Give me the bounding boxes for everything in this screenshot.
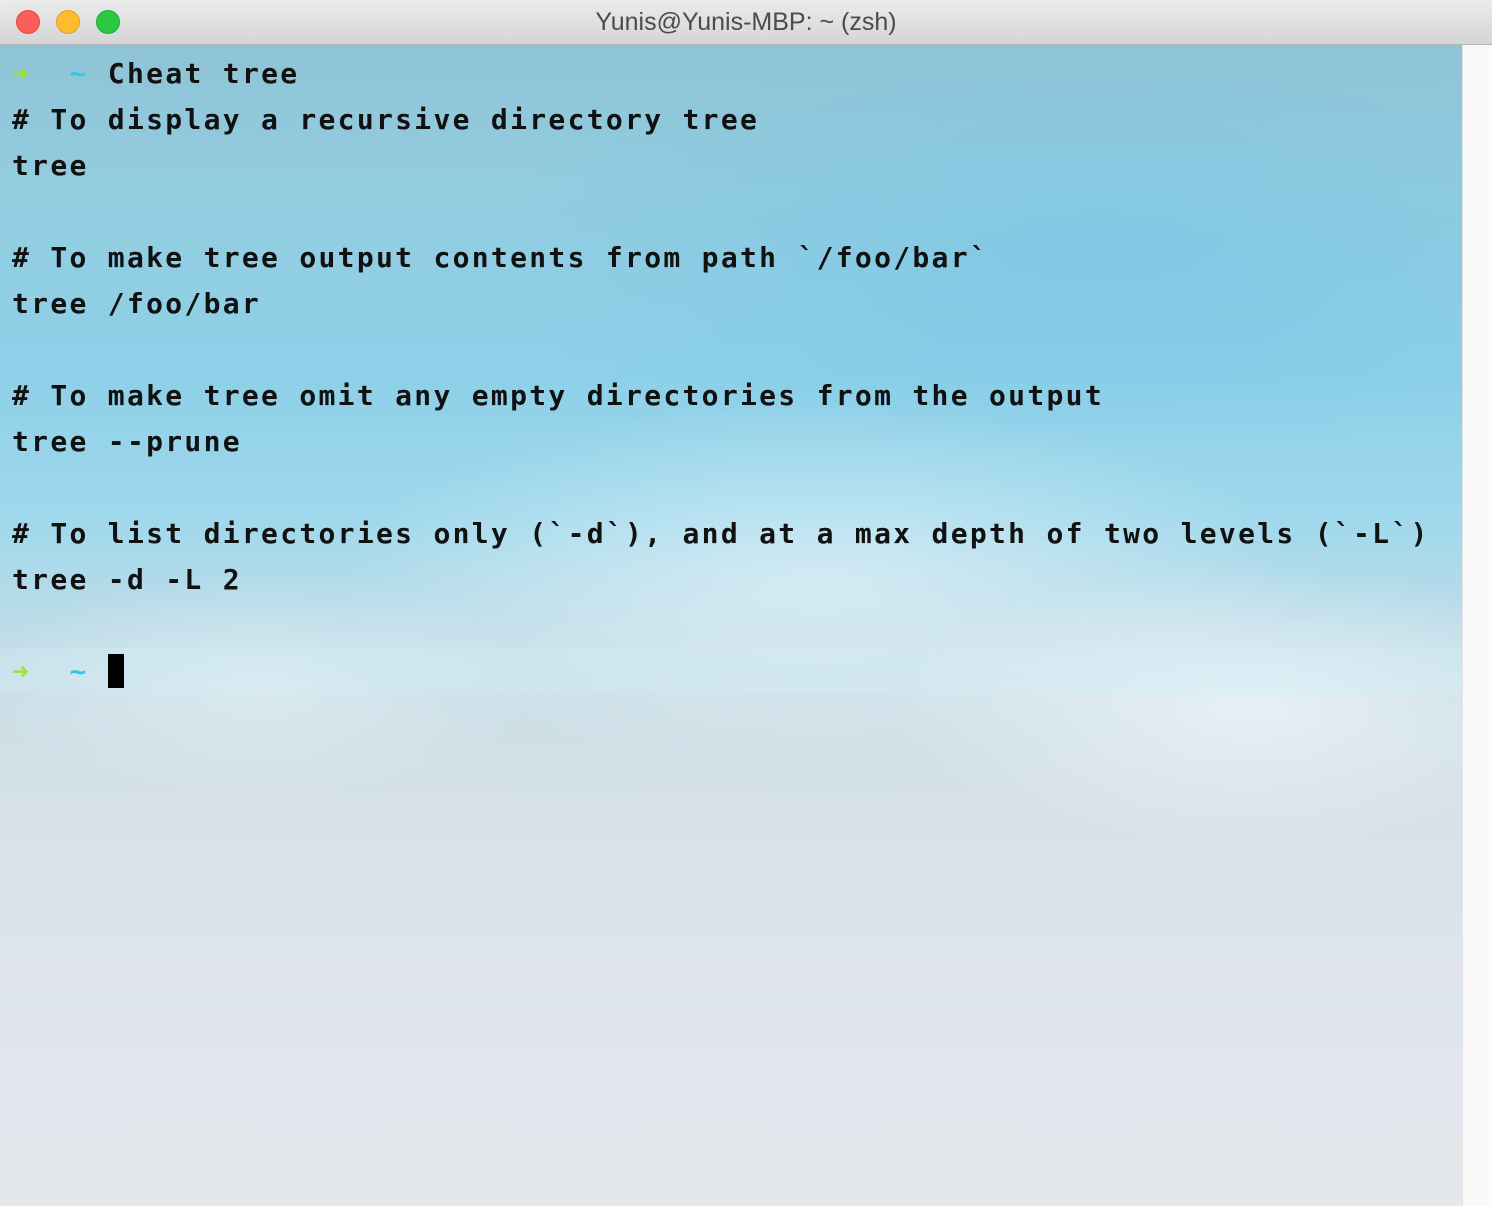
output-line: tree -d -L 2 xyxy=(12,563,242,596)
command-line: ➜ ~ Cheat tree xyxy=(12,51,1430,97)
output-line xyxy=(12,465,1430,511)
output-line: # To display a recursive directory tree xyxy=(12,103,760,136)
output-line xyxy=(12,603,1430,649)
terminal-lines: ➜ ~ Cheat tree # To display a recursive … xyxy=(12,51,1430,695)
scrollbar[interactable] xyxy=(1462,45,1492,1206)
output-line: tree xyxy=(12,149,89,182)
terminal-window: Yunis@Yunis-MBP: ~ (zsh) ➜ ~ Cheat tree … xyxy=(0,0,1492,1206)
title-bar[interactable]: Yunis@Yunis-MBP: ~ (zsh) xyxy=(0,0,1492,45)
terminal-content[interactable]: ➜ ~ Cheat tree # To display a recursive … xyxy=(0,45,1462,1206)
prompt-line[interactable]: ➜ ~ xyxy=(12,649,1430,695)
output-line: tree /foo/bar xyxy=(12,287,262,320)
output-line: tree --prune xyxy=(12,425,242,458)
output-line: # To make tree omit any empty directorie… xyxy=(12,379,1104,412)
output-line xyxy=(12,189,1430,235)
prompt-directory: ~ xyxy=(69,57,89,90)
prompt-directory: ~ xyxy=(69,655,89,688)
window-title: Yunis@Yunis-MBP: ~ (zsh) xyxy=(595,8,897,36)
output-line: # To list directories only (`-d`), and a… xyxy=(12,517,1430,550)
prompt-arrow-icon: ➜ xyxy=(12,57,32,90)
command-text: Cheat tree xyxy=(107,57,300,90)
output-line xyxy=(12,327,1430,373)
text-cursor xyxy=(107,654,124,688)
prompt-arrow-icon: ➜ xyxy=(12,655,32,688)
output-line: # To make tree output contents from path… xyxy=(12,241,990,274)
